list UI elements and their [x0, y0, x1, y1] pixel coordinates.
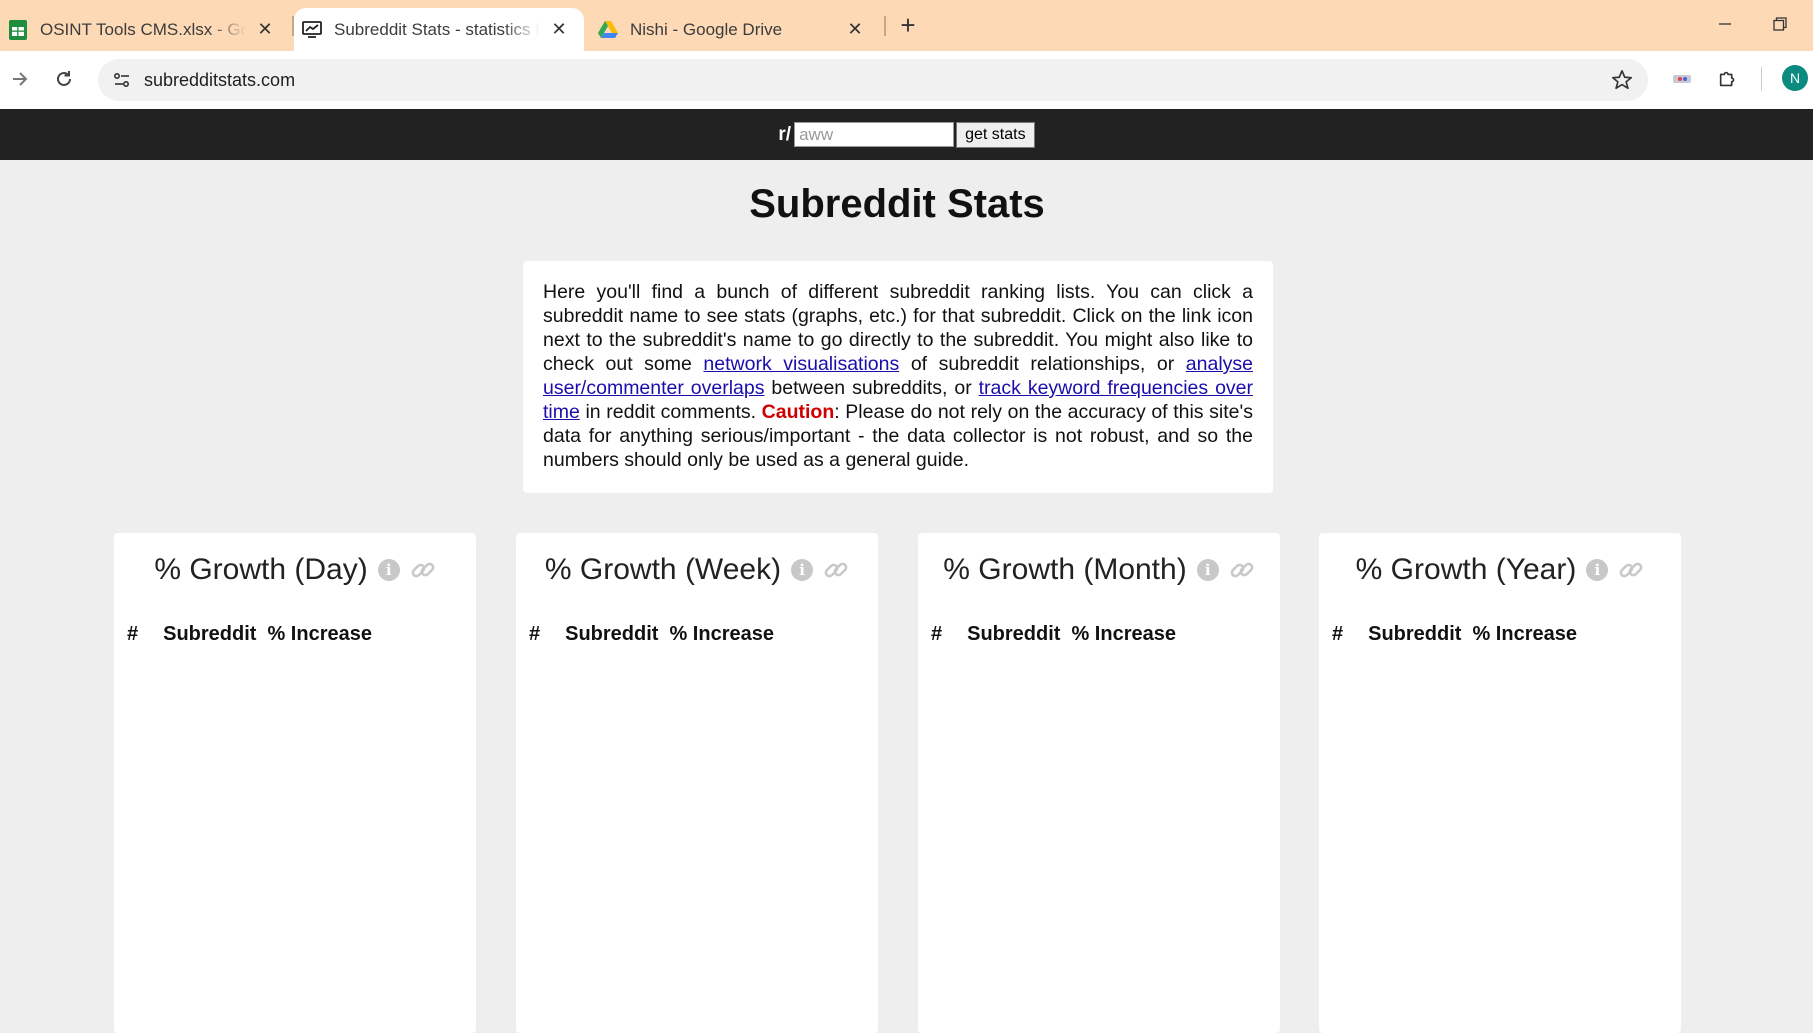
profile-avatar[interactable]: N	[1782, 65, 1808, 91]
info-icon[interactable]: i	[791, 559, 814, 581]
column-header-rank[interactable]: #	[1332, 623, 1368, 646]
link-icon[interactable]	[1229, 557, 1255, 583]
link-icon[interactable]	[823, 557, 849, 583]
url-text[interactable]: subredditstats.com	[144, 70, 295, 91]
info-icon[interactable]: i	[377, 559, 400, 581]
sheets-icon	[8, 19, 28, 40]
address-bar[interactable]: subredditstats.com	[98, 59, 1648, 101]
column-header-subreddit[interactable]: Subreddit	[163, 623, 267, 646]
info-icon[interactable]: i	[1586, 559, 1609, 581]
subreddit-input[interactable]	[794, 122, 955, 147]
ranking-table: # Subreddit % Increase	[931, 623, 1187, 646]
column-header-subreddit[interactable]: Subreddit	[967, 623, 1071, 646]
intro-text: of subreddit relationships, or	[899, 353, 1186, 375]
extension-icon[interactable]	[1666, 63, 1698, 95]
column-header-subreddit[interactable]: Subreddit	[1368, 623, 1472, 646]
card-title: % Growth (Week)	[544, 553, 782, 586]
subreddit-search-bar: r/ get stats	[0, 109, 1813, 160]
column-header-subreddit[interactable]: Subreddit	[565, 623, 669, 646]
page-title: Subreddit Stats	[749, 182, 1045, 226]
growth-day-card: % Growth (Day) i # Subreddit % Increase	[114, 533, 476, 1033]
column-header-increase[interactable]: % Increase	[669, 623, 785, 646]
browser-toolbar: subredditstats.com	[0, 51, 1813, 109]
toolbar-divider	[1761, 67, 1762, 91]
growth-week-card: % Growth (Week) i # Subreddit % Increase	[516, 533, 878, 1033]
network-visualisations-link[interactable]: network visualisations	[703, 353, 899, 375]
close-icon[interactable]: ✕	[844, 19, 866, 41]
site-info-icon[interactable]	[102, 60, 142, 100]
tab-title: Subreddit Stats - statistics for every s…	[334, 19, 540, 39]
growth-year-card: % Growth (Year) i # Subreddit % Increase	[1319, 533, 1681, 1033]
caution-label: Caution	[761, 401, 835, 423]
new-tab-button[interactable]: +	[893, 10, 923, 40]
intro-text-box: Here you'll find a bunch of different su…	[523, 261, 1273, 493]
tab-title: OSINT Tools CMS.xlsx - Google	[40, 19, 246, 39]
tab-google-drive[interactable]: Nishi - Google Drive ✕	[590, 8, 880, 51]
ranking-table: # Subreddit % Increase	[529, 623, 785, 646]
column-header-rank[interactable]: #	[127, 623, 163, 646]
minimize-icon[interactable]	[1705, 8, 1745, 40]
forward-icon[interactable]	[2, 61, 38, 97]
column-header-rank[interactable]: #	[529, 623, 565, 646]
card-title: % Growth (Year)	[1355, 553, 1577, 586]
tab-title: Nishi - Google Drive	[630, 19, 783, 39]
intro-text: in reddit comments.	[579, 401, 762, 423]
info-icon[interactable]: i	[1196, 559, 1219, 581]
intro-text: between subreddits, or	[764, 377, 979, 399]
chart-icon	[302, 20, 322, 40]
link-icon[interactable]	[410, 557, 436, 583]
card-title: % Growth (Day)	[154, 553, 368, 586]
tab-subreddit-stats[interactable]: Subreddit Stats - statistics for every s…	[294, 8, 584, 51]
reload-icon[interactable]	[46, 61, 82, 97]
card-title: % Growth (Month)	[943, 553, 1187, 586]
tab-separator	[884, 16, 886, 36]
column-header-increase[interactable]: % Increase	[1472, 623, 1588, 646]
link-icon[interactable]	[1618, 557, 1644, 583]
column-header-increase[interactable]: % Increase	[1071, 623, 1187, 646]
browser-tab-bar: OSINT Tools CMS.xlsx - Google ✕ Subreddi…	[0, 0, 1813, 51]
drive-icon	[598, 20, 618, 40]
close-icon[interactable]: ✕	[254, 19, 276, 41]
column-header-rank[interactable]: #	[931, 623, 967, 646]
growth-month-card: % Growth (Month) i # Subreddit % Increas…	[918, 533, 1280, 1033]
ranking-table: # Subreddit % Increase	[1332, 623, 1588, 646]
subreddit-prefix: r/	[778, 123, 792, 145]
extensions-puzzle-icon[interactable]	[1712, 63, 1744, 95]
column-header-increase[interactable]: % Increase	[267, 623, 383, 646]
close-icon[interactable]: ✕	[548, 19, 570, 41]
get-stats-button[interactable]: get stats	[956, 121, 1035, 148]
restore-icon[interactable]	[1760, 8, 1800, 40]
tab-osint-tools[interactable]: OSINT Tools CMS.xlsx - Google ✕	[0, 8, 290, 51]
ranking-table: # Subreddit % Increase	[127, 623, 383, 646]
bookmark-star-icon[interactable]	[1610, 68, 1634, 92]
